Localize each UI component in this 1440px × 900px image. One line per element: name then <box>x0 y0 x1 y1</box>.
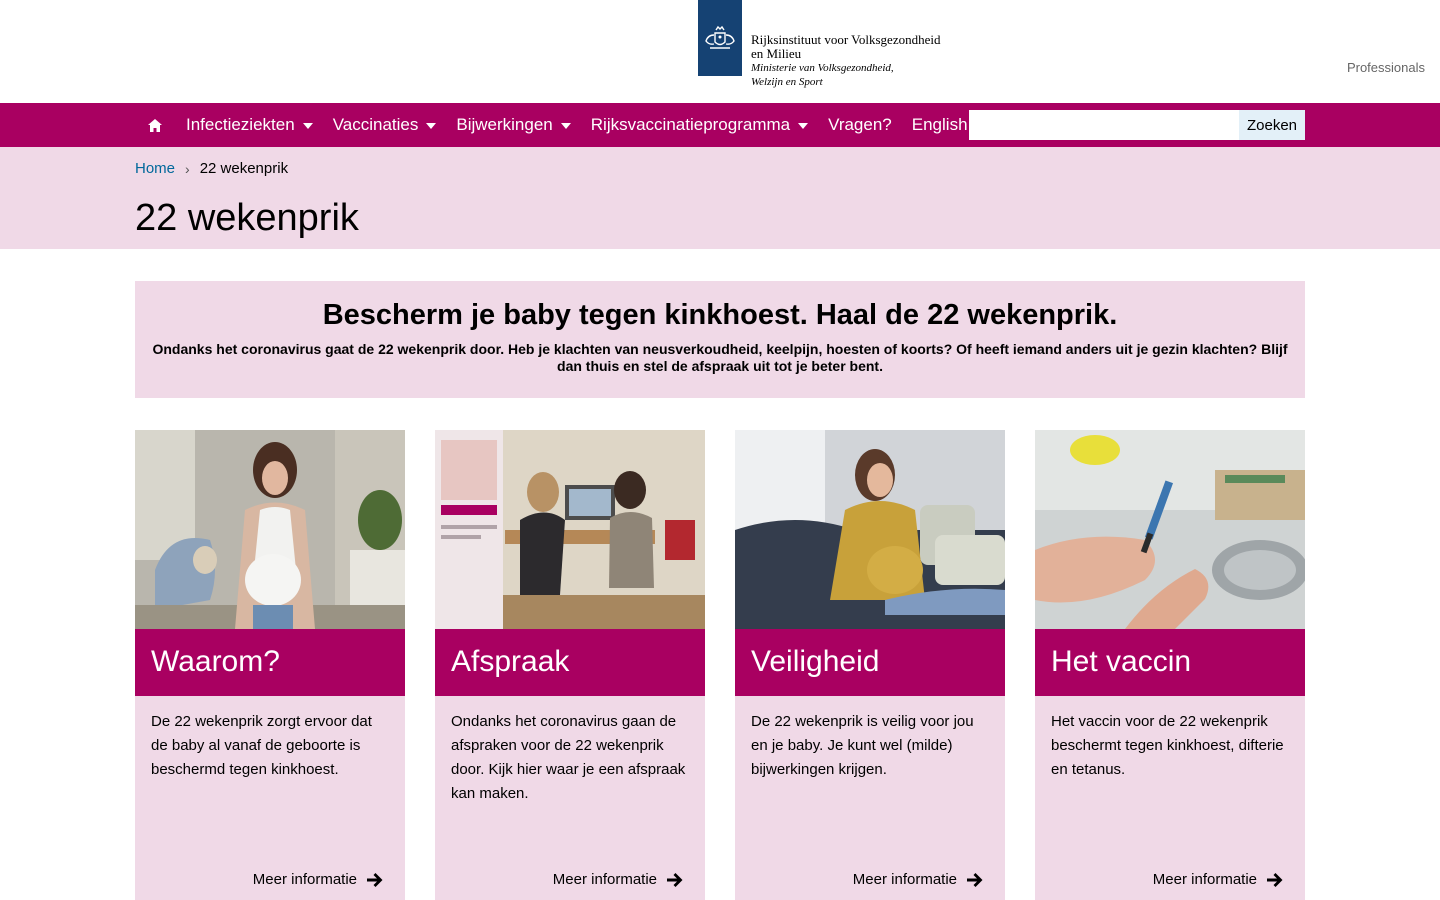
nav-item-rijksvaccinatieprogramma[interactable]: Rijksvaccinatieprogramma <box>590 103 809 147</box>
card-title: Afspraak <box>435 629 705 696</box>
org-name: Rijksinstituut voor Volksgezondheid en M… <box>751 33 940 89</box>
nav-home-button[interactable] <box>135 103 175 147</box>
nav-item-label: Vragen? <box>828 115 892 134</box>
card-title: Veiligheid <box>735 629 1005 696</box>
nav-item-bijwerkingen[interactable]: Bijwerkingen <box>456 103 571 147</box>
nav-item-label: English <box>911 115 968 134</box>
nav-item-english[interactable]: English <box>912 103 968 147</box>
card-title: Het vaccin <box>1035 629 1305 696</box>
breadcrumb-home-link[interactable]: Home <box>135 160 175 177</box>
card-afspraak[interactable]: Afspraak Ondanks het coronavirus gaan de… <box>435 430 705 900</box>
arrow-right-icon <box>667 872 683 887</box>
page-title: 22 wekenprik <box>135 197 359 239</box>
nav-item-label: Bijwerkingen <box>456 115 553 134</box>
nav-item-vaccinaties[interactable]: Vaccinaties <box>333 103 437 147</box>
site-header: Rijksinstituut voor Volksgezondheid en M… <box>0 0 1440 103</box>
home-icon <box>148 118 162 132</box>
ministry-line1: Ministerie van Volksgezondheid, <box>751 62 894 74</box>
more-info-label: Meer informatie <box>852 871 957 888</box>
more-info-label: Meer informatie <box>252 871 357 888</box>
corona-notice-banner: Bescherm je baby tegen kinkhoest. Haal d… <box>135 281 1305 398</box>
nav-item-infectieziekten[interactable]: Infectieziekten <box>186 103 313 147</box>
arrow-right-icon <box>1267 872 1283 887</box>
org-name-line2: en Milieu <box>751 46 802 61</box>
card-waarom[interactable]: Waarom? De 22 wekenprik zorgt ervoor dat… <box>135 430 405 900</box>
woman-on-sofa-photo <box>735 430 1005 629</box>
nav-item-label: Vaccinaties <box>332 115 419 134</box>
more-info-link[interactable]: Meer informatie <box>553 871 683 888</box>
card-text: De 22 wekenprik zorgt ervoor dat de baby… <box>151 713 372 778</box>
breadcrumb-separator: › <box>185 160 190 177</box>
pregnant-woman-photo <box>135 430 405 629</box>
more-info-link[interactable]: Meer informatie <box>1153 871 1283 888</box>
arrow-right-icon <box>967 872 983 887</box>
caret-down-icon <box>302 123 313 129</box>
nav-item-vragen[interactable]: Vragen? <box>828 103 892 147</box>
page-header: Home › 22 wekenprik 22 wekenprik <box>0 147 1440 249</box>
more-info-label: Meer informatie <box>552 871 657 888</box>
card-text: Het vaccin voor de 22 wekenprik bescherm… <box>1051 713 1284 778</box>
arrow-right-icon <box>367 872 383 887</box>
nav-item-label: Rijksvaccinatieprogramma <box>590 115 791 134</box>
card-het-vaccin[interactable]: Het vaccin Het vaccin voor de 22 wekenpr… <box>1035 430 1305 900</box>
caret-down-icon <box>798 123 809 129</box>
card-text: Ondanks het coronavirus gaan de afsprake… <box>451 713 686 802</box>
caret-down-icon <box>426 123 437 129</box>
card-text: De 22 wekenprik is veilig voor jou en je… <box>751 713 974 778</box>
main-nav: Infectieziekten Vaccinaties Bijwerkingen… <box>0 103 1440 147</box>
vaccine-syringe-photo <box>1035 430 1305 629</box>
breadcrumb-current: 22 wekenprik <box>199 160 289 177</box>
coat-of-arms-icon <box>698 0 742 76</box>
org-name-line1: Rijksinstituut voor Volksgezondheid <box>751 32 941 47</box>
rivm-logo[interactable]: Rijksinstituut voor Volksgezondheid en M… <box>698 0 940 89</box>
card-veiligheid[interactable]: Veiligheid De 22 wekenprik is veilig voo… <box>735 430 1005 900</box>
appointment-photo <box>435 430 705 629</box>
professionals-link[interactable]: Professionals <box>1347 60 1425 75</box>
search-form: Zoeken <box>969 110 1305 140</box>
banner-title: Bescherm je baby tegen kinkhoest. Haal d… <box>322 299 1118 331</box>
more-info-label: Meer informatie <box>1152 871 1257 888</box>
search-button[interactable]: Zoeken <box>1239 110 1305 140</box>
ministry-line2: Welzijn en Sport <box>751 76 823 88</box>
more-info-link[interactable]: Meer informatie <box>853 871 983 888</box>
search-input[interactable] <box>969 110 1239 140</box>
nav-item-label: Infectieziekten <box>186 115 295 134</box>
more-info-link[interactable]: Meer informatie <box>253 871 383 888</box>
banner-text: Ondanks het coronavirus gaat de 22 weken… <box>152 341 1288 374</box>
card-title: Waarom? <box>135 629 405 696</box>
caret-down-icon <box>560 123 571 129</box>
breadcrumb: Home › 22 wekenprik <box>135 160 288 177</box>
